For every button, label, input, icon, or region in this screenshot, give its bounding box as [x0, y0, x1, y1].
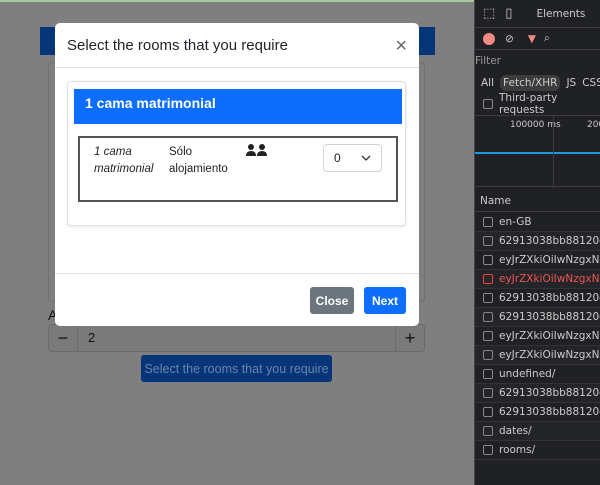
tab-elements[interactable]: Elements	[536, 8, 585, 20]
checkbox	[483, 293, 493, 303]
selected-value: 0	[334, 150, 341, 165]
request-row[interactable]: 62913038bb88120c8c	[475, 232, 600, 251]
third-party-checkbox[interactable]: Third-party requests	[475, 92, 600, 116]
timeline-tick: 200	[587, 120, 600, 130]
timeline-bar	[475, 152, 600, 154]
room-type-card: 1 cama matrimonial 1 cama matrimonial Só…	[67, 81, 406, 226]
checkbox	[483, 312, 493, 322]
request-name: en-GB	[499, 216, 532, 228]
request-row[interactable]: dates/	[475, 422, 600, 441]
filter-js[interactable]: JS	[566, 77, 576, 89]
request-name: 62913038bb88120c8c	[499, 406, 600, 418]
request-list: en-GB 62913038bb88120c8c eyJrZXkiOiIwNzgxN…	[475, 213, 600, 460]
checkbox	[483, 274, 493, 284]
decrement-button[interactable]: −	[49, 325, 78, 351]
people-icon	[246, 144, 268, 161]
request-name: eyJrZXkiOiIwNzgxNDM	[499, 349, 600, 361]
inspect-icon[interactable]: ⬚	[483, 6, 495, 21]
filter-css[interactable]: CSS	[582, 77, 600, 89]
quantity-input[interactable]: 2	[78, 325, 395, 351]
checkbox	[483, 255, 493, 265]
room-name: 1 cama matrimonial	[94, 146, 154, 175]
request-name: 62913038bb88120c8c	[499, 292, 600, 304]
type-filters: All Fetch/XHR JS CSS	[475, 73, 600, 93]
request-row[interactable]: undefined/	[475, 365, 600, 384]
clear-icon[interactable]: ⊘	[505, 33, 514, 45]
request-row[interactable]: eyJrZXkiOiIwNzgxNDM	[475, 251, 600, 270]
request-name: 62913038bb88120c8c	[499, 311, 600, 323]
request-name: eyJrZXkiOiIwNzgxNDM	[499, 330, 600, 342]
request-row[interactable]: 62913038bb88120c8c	[475, 308, 600, 327]
search-icon[interactable]: ⌕	[544, 32, 550, 45]
increment-button[interactable]: +	[395, 325, 424, 351]
checkbox	[483, 99, 493, 109]
third-party-label: Third-party requests	[499, 92, 558, 116]
checkbox	[483, 426, 493, 436]
room-plan: Sólo alojamiento	[169, 146, 228, 175]
room-type-title: 1 cama matrimonial	[74, 89, 402, 124]
name-column-header[interactable]: Name	[475, 190, 600, 212]
close-button[interactable]: Close	[310, 287, 354, 314]
filter-all[interactable]: All	[481, 77, 494, 89]
close-icon[interactable]: ×	[395, 36, 407, 56]
checkbox	[483, 388, 493, 398]
record-icon[interactable]	[483, 32, 495, 45]
request-row[interactable]: rooms/	[475, 441, 600, 460]
request-row[interactable]: eyJrZXkiOiIwNzgxNDM	[475, 346, 600, 365]
checkbox	[483, 331, 493, 341]
select-rooms-button[interactable]: Select the rooms that you require	[141, 355, 332, 382]
device-toolbar-icon[interactable]: ▯	[505, 6, 512, 21]
devtools-tabs: ⬚ ▯ Elements	[475, 0, 600, 28]
request-row[interactable]: 62913038bb88120c8c	[475, 384, 600, 403]
checkbox	[483, 407, 493, 417]
checkbox	[483, 350, 493, 360]
timeline-overview[interactable]: 100000 ms 200	[475, 115, 600, 188]
request-row[interactable]: en-GB	[475, 213, 600, 232]
request-name: 62913038bb88120c8c	[499, 235, 600, 247]
devtools-panel: ⬚ ▯ Elements ⊘ ▼ ⌕ Filter All Fetch/XHR …	[474, 0, 600, 485]
request-name: undefined/	[499, 368, 556, 380]
chevron-down-icon	[361, 155, 371, 161]
checkbox	[483, 369, 493, 379]
request-name: eyJrZXkiOiIwNzgxNDM	[499, 254, 600, 266]
next-button[interactable]: Next	[364, 287, 406, 314]
select-rooms-modal: Select the rooms that you require × 1 ca…	[55, 23, 419, 326]
filter-input[interactable]: Filter	[475, 52, 600, 70]
checkbox	[483, 217, 493, 227]
network-toolbar: ⊘ ▼ ⌕	[475, 28, 600, 50]
room-option: 1 cama matrimonial Sólo alojamiento 0	[78, 136, 398, 202]
request-row[interactable]: eyJrZXkiOiIwNzgxNDM	[475, 270, 600, 289]
request-row[interactable]: eyJrZXkiOiIwNzgxNDM	[475, 327, 600, 346]
room-quantity-select[interactable]: 0	[323, 144, 382, 172]
filter-icon[interactable]: ▼	[528, 33, 536, 45]
request-row[interactable]: 62913038bb88120c8c	[475, 403, 600, 422]
checkbox	[483, 445, 493, 455]
quantity-stepper: − 2 +	[48, 324, 425, 352]
request-name: 62913038bb88120c8c	[499, 387, 600, 399]
request-row[interactable]: 62913038bb88120c8c	[475, 289, 600, 308]
request-name: rooms/	[499, 444, 536, 456]
modal-title: Select the rooms that you require	[55, 23, 419, 68]
filter-fetch-xhr[interactable]: Fetch/XHR	[500, 75, 561, 91]
request-name: dates/	[499, 425, 532, 437]
checkbox	[483, 236, 493, 246]
modal-footer: Close Next	[55, 273, 419, 326]
request-name: eyJrZXkiOiIwNzgxNDM	[499, 273, 600, 285]
